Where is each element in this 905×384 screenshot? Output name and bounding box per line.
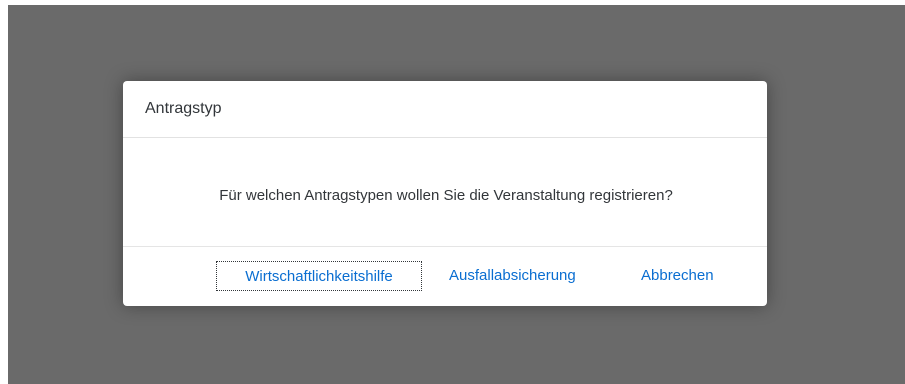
application-type-dialog: Antragstyp Für welchen Antragstypen woll… [123, 81, 767, 306]
dialog-message-text: Für welchen Antragstypen wollen Sie die … [219, 187, 673, 204]
dialog-message: Für welchen Antragstypen wollen Sie die … [123, 187, 767, 204]
dialog-title: Antragstyp [145, 100, 222, 117]
economic-aid-button[interactable]: Wirtschaftlichkeitshilfe [216, 261, 422, 291]
cancel-button[interactable]: Abbrechen [641, 261, 741, 291]
default-insurance-button[interactable]: Ausfallabsicherung [449, 261, 609, 291]
dialog-header: Antragstyp [123, 81, 767, 138]
dialog-footer: Wirtschaftlichkeitshilfe Ausfallabsicher… [123, 246, 767, 306]
